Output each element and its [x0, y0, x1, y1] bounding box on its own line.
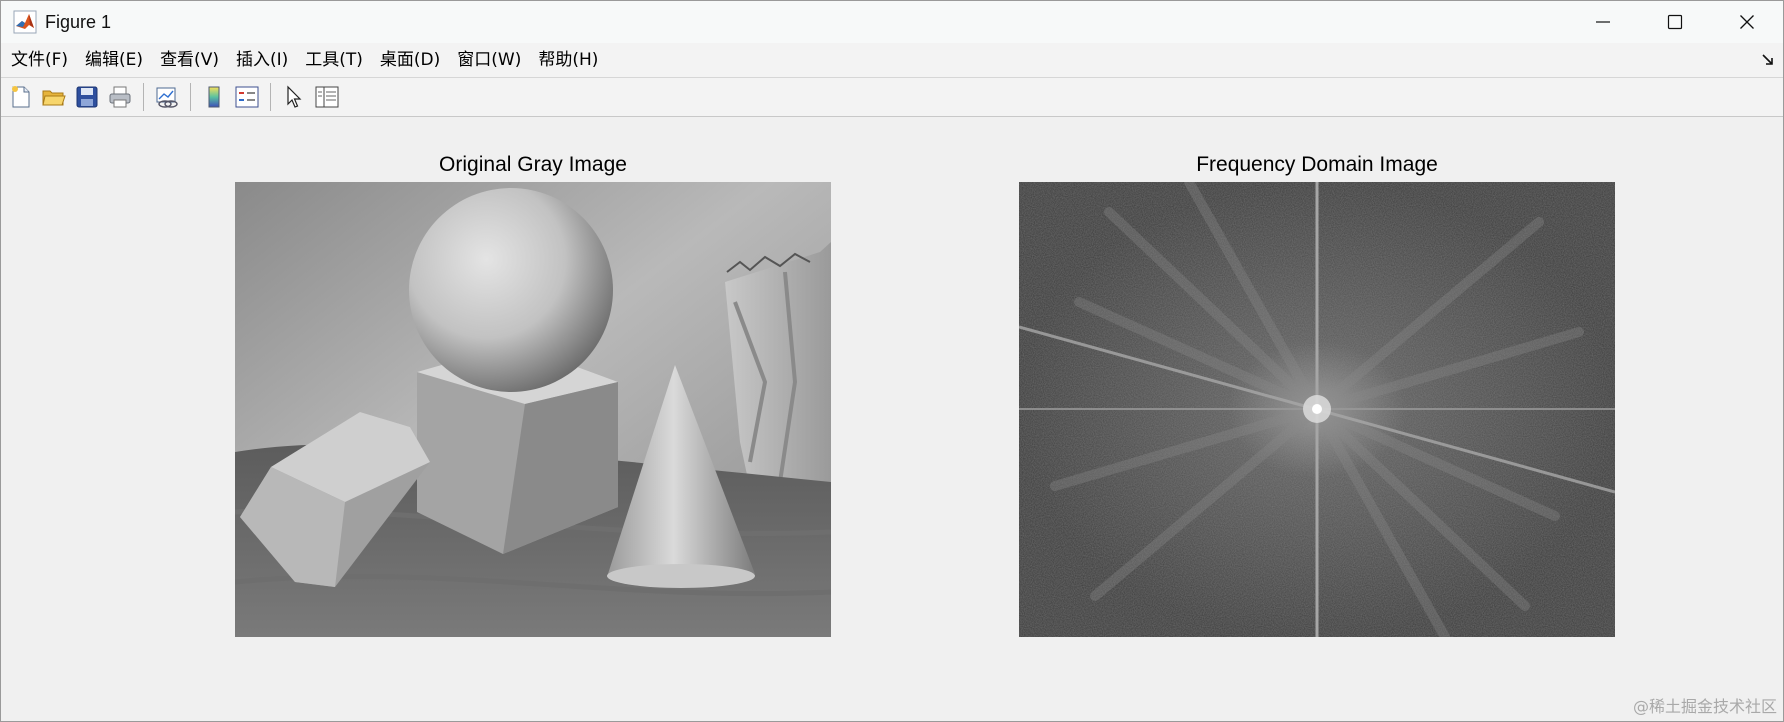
menu-tools[interactable]: 工具(T) — [297, 43, 371, 77]
new-figure-button[interactable] — [6, 82, 36, 112]
menu-view[interactable]: 查看(V) — [152, 43, 227, 77]
maximize-button[interactable] — [1639, 1, 1711, 43]
menu-edit[interactable]: 编辑(E) — [77, 43, 151, 77]
insert-legend-icon — [235, 86, 259, 108]
dock-figure-icon[interactable] — [1761, 53, 1775, 67]
menu-file[interactable]: 文件(F) — [3, 43, 76, 77]
plot-title-frequency: Frequency Domain Image — [1196, 153, 1438, 176]
watermark-text: @稀土掘金技术社区 — [1632, 697, 1777, 716]
toolbar — [1, 78, 1783, 117]
minimize-button[interactable] — [1567, 1, 1639, 43]
original-gray-image[interactable] — [235, 182, 831, 637]
print-icon — [109, 86, 131, 108]
menu-help[interactable]: 帮助(H) — [530, 43, 606, 77]
window-controls — [1567, 1, 1783, 43]
link-plot-button[interactable] — [152, 82, 182, 112]
menu-bar: 文件(F) 编辑(E) 查看(V) 插入(I) 工具(T) 桌面(D) 窗口(W… — [1, 43, 1783, 78]
frequency-domain-image[interactable] — [1019, 182, 1615, 637]
save-icon — [76, 86, 98, 108]
title-bar[interactable]: Figure 1 — [1, 1, 1783, 43]
matlab-logo-icon — [13, 10, 37, 34]
menu-window[interactable]: 窗口(W) — [449, 43, 529, 77]
fft-spectrum-image — [1019, 182, 1615, 637]
open-file-button[interactable] — [39, 82, 69, 112]
toolbar-separator — [143, 83, 144, 111]
figure-canvas: Original Gray Image Frequency Domain Ima… — [1, 117, 1783, 721]
open-file-icon — [42, 90, 66, 106]
edit-plot-icon — [287, 85, 302, 108]
minimize-icon — [1596, 21, 1610, 23]
insert-legend-button[interactable] — [232, 82, 262, 112]
plot-title-original: Original Gray Image — [439, 153, 627, 176]
property-inspector-icon — [315, 86, 339, 108]
close-icon — [1740, 15, 1754, 29]
insert-colorbar-button[interactable] — [199, 82, 229, 112]
menu-insert[interactable]: 插入(I) — [228, 43, 296, 77]
toolbar-separator — [270, 83, 271, 111]
link-plot-icon — [156, 87, 178, 108]
insert-colorbar-icon — [208, 86, 220, 108]
toolbar-separator — [190, 83, 191, 111]
new-figure-icon — [12, 86, 30, 108]
property-inspector-button[interactable] — [312, 82, 342, 112]
save-button[interactable] — [72, 82, 102, 112]
edit-plot-button[interactable] — [279, 82, 309, 112]
menu-desktop[interactable]: 桌面(D) — [372, 43, 448, 77]
print-button[interactable] — [105, 82, 135, 112]
maximize-icon — [1667, 14, 1683, 30]
still-life-drawing-image — [235, 182, 831, 637]
close-button[interactable] — [1711, 1, 1783, 43]
figure-window: Figure 1 文件(F) 编辑(E) 查看(V) 插入(I) 工具(T) 桌… — [0, 0, 1784, 722]
window-title: Figure 1 — [45, 11, 112, 32]
